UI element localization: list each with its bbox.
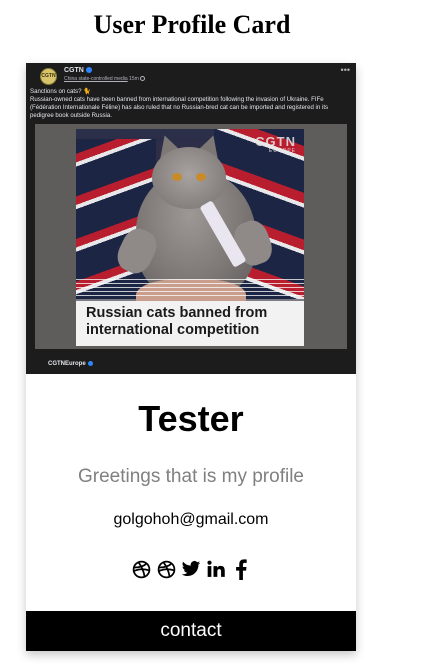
post-footer: CGTNEurope <box>48 361 93 367</box>
globe-icon <box>140 76 146 82</box>
profile-card: CGTN CGTN China state-controlled media 1… <box>26 63 356 651</box>
cat-eye-left <box>172 173 182 181</box>
facebook-link[interactable] <box>230 558 252 580</box>
social-links <box>26 556 356 582</box>
cgtn-watermark: CGTN EUROPE <box>255 135 296 154</box>
post-caption: Sanctions on cats? 🐈 Russian-owned cats … <box>30 88 348 120</box>
twitter-link[interactable] <box>180 558 202 580</box>
dribbble-icon <box>132 560 150 578</box>
profile-image: CGTN CGTN China state-controlled media 1… <box>26 63 356 374</box>
scanlines <box>76 279 304 297</box>
post-footer-account: CGTNEurope <box>48 361 86 368</box>
cat-photo: CGTN EUROPE Russian cats banned from int… <box>76 129 304 346</box>
profile-email: golgohoh@gmail.com <box>113 511 269 528</box>
post-caption-line2: Russian-owned cats have been banned from… <box>30 96 329 119</box>
photo-headline: Russian cats banned from international c… <box>86 305 268 338</box>
dribbble-link-2[interactable] <box>155 558 177 580</box>
linkedin-link[interactable] <box>205 558 227 580</box>
dribbble-icon <box>157 560 175 578</box>
post-avatar: CGTN <box>40 68 57 85</box>
post-photo: CGTN EUROPE Russian cats banned from int… <box>35 124 347 349</box>
watermark-main: CGTN <box>255 134 296 149</box>
verified-icon <box>87 361 93 366</box>
post-meta: China state-controlled media 15m <box>64 76 146 82</box>
post-account-label: CGTN <box>64 67 84 74</box>
linkedin-icon <box>207 560 225 577</box>
post-account-name: CGTN <box>64 67 92 74</box>
profile-name: Tester <box>138 398 244 439</box>
more-icon: ••• <box>340 65 350 75</box>
cat-head <box>152 147 226 209</box>
verified-icon <box>85 67 92 74</box>
page-title: User Profile Card <box>93 10 291 39</box>
post-caption-line1: Sanctions on cats? 🐈 <box>30 88 91 95</box>
post-meta-time: 15m <box>129 76 139 82</box>
twitter-icon <box>181 561 201 576</box>
cat-eye-right <box>196 173 206 181</box>
post-meta-label: China state-controlled media <box>64 76 128 82</box>
contact-button[interactable]: contact <box>26 611 356 651</box>
profile-greeting: Greetings that is my profile <box>78 466 304 487</box>
facebook-icon <box>236 558 247 580</box>
headline-box: Russian cats banned from international c… <box>76 301 304 346</box>
post-header: CGTN CGTN China state-controlled media 1… <box>40 65 350 87</box>
dribbble-link-1[interactable] <box>130 558 152 580</box>
